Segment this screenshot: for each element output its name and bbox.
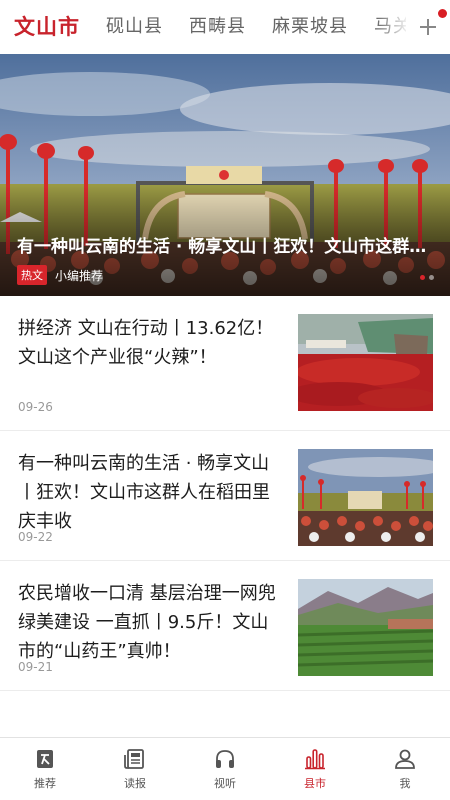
plus-icon (420, 19, 436, 35)
banner-meta: 热文 小编推荐 (17, 265, 103, 285)
county-icon (305, 749, 325, 770)
user-icon (395, 749, 415, 769)
news-title[interactable]: 拼经济 文山在行动丨13.62亿！文山这个产业很“火辣”！ (18, 314, 280, 372)
nav-label: 视听 (214, 777, 236, 790)
banner-title[interactable]: 有一种叫云南的生活 · 畅享文山丨狂欢！文山市这群人在稻田里庆丰收 (17, 232, 437, 257)
carousel-indicator (420, 275, 434, 280)
harvest-festival-thumbnail (298, 449, 433, 546)
farmland-hills-thumbnail (298, 579, 433, 676)
nav-profile[interactable]: 我 (360, 738, 450, 800)
editor-pick-label: 小编推荐 (55, 268, 104, 283)
carousel-dot (429, 275, 434, 280)
harvest-festival-image[interactable] (298, 449, 433, 546)
tab-yanshan-county[interactable]: 砚山县 (93, 0, 176, 54)
nav-audio-video[interactable]: 视听 (180, 738, 270, 800)
news-item[interactable]: 有一种叫云南的生活 · 畅享文山丨狂欢！文山市这群人在稻田里庆丰收 09-22 (0, 431, 450, 561)
nav-label: 读报 (124, 777, 146, 790)
tab-malipo-county[interactable]: 麻栗坡县 (259, 0, 361, 54)
news-date: 09-22 (18, 530, 53, 544)
featured-banner[interactable]: 有一种叫云南的生活 · 畅享文山丨狂欢！文山市这群人在稻田里庆丰收 热文 小编推… (0, 54, 450, 296)
news-item[interactable]: 农民增收一口清 基层治理一网兜 绿美建设 一直抓丨9.5斤！文山市的“山药王”真… (0, 561, 450, 691)
carousel-dot-active (420, 275, 425, 280)
nav-label: 我 (399, 777, 411, 790)
news-date: 09-21 (18, 660, 53, 674)
news-title[interactable]: 农民增收一口清 基层治理一网兜 绿美建设 一直抓丨9.5斤！文山市的“山药王”真… (18, 579, 280, 666)
recommend-icon (37, 750, 53, 768)
news-title[interactable]: 有一种叫云南的生活 · 畅享文山丨狂欢！文山市这群人在稻田里庆丰收 (18, 449, 280, 536)
news-item[interactable]: 拼经济 文山在行动丨13.62亿！文山这个产业很“火辣”！ 09-26 (0, 296, 450, 431)
newspaper-icon (124, 749, 144, 769)
headphones-icon (216, 750, 234, 768)
tab-wenshan-city[interactable]: 文山市 (0, 0, 93, 54)
chili-harvest-image[interactable] (298, 314, 433, 411)
nav-county[interactable]: 县市 (270, 738, 360, 800)
county-tab-bar: 文山市 砚山县 西畴县 麻栗坡县 马关 (0, 0, 450, 54)
notification-dot (438, 9, 447, 18)
tab-xichou-county[interactable]: 西畴县 (176, 0, 259, 54)
nav-label: 县市 (304, 777, 326, 790)
hot-badge: 热文 (17, 265, 47, 285)
tab-fade-overlay (376, 0, 410, 54)
news-list: 拼经济 文山在行动丨13.62亿！文山这个产业很“火辣”！ 09-26 有一种叫… (0, 296, 450, 691)
farmland-hills-image[interactable] (298, 579, 433, 676)
news-date: 09-26 (18, 400, 53, 414)
nav-newspaper[interactable]: 读报 (90, 738, 180, 800)
chili-harvest-thumbnail (298, 314, 433, 411)
tab-strip[interactable]: 文山市 砚山县 西畴县 麻栗坡县 马关 (0, 0, 410, 54)
bottom-navigation: 推荐 读报 视听 县市 我 (0, 737, 450, 800)
nav-label: 推荐 (34, 777, 56, 790)
nav-recommend[interactable]: 推荐 (0, 738, 90, 800)
